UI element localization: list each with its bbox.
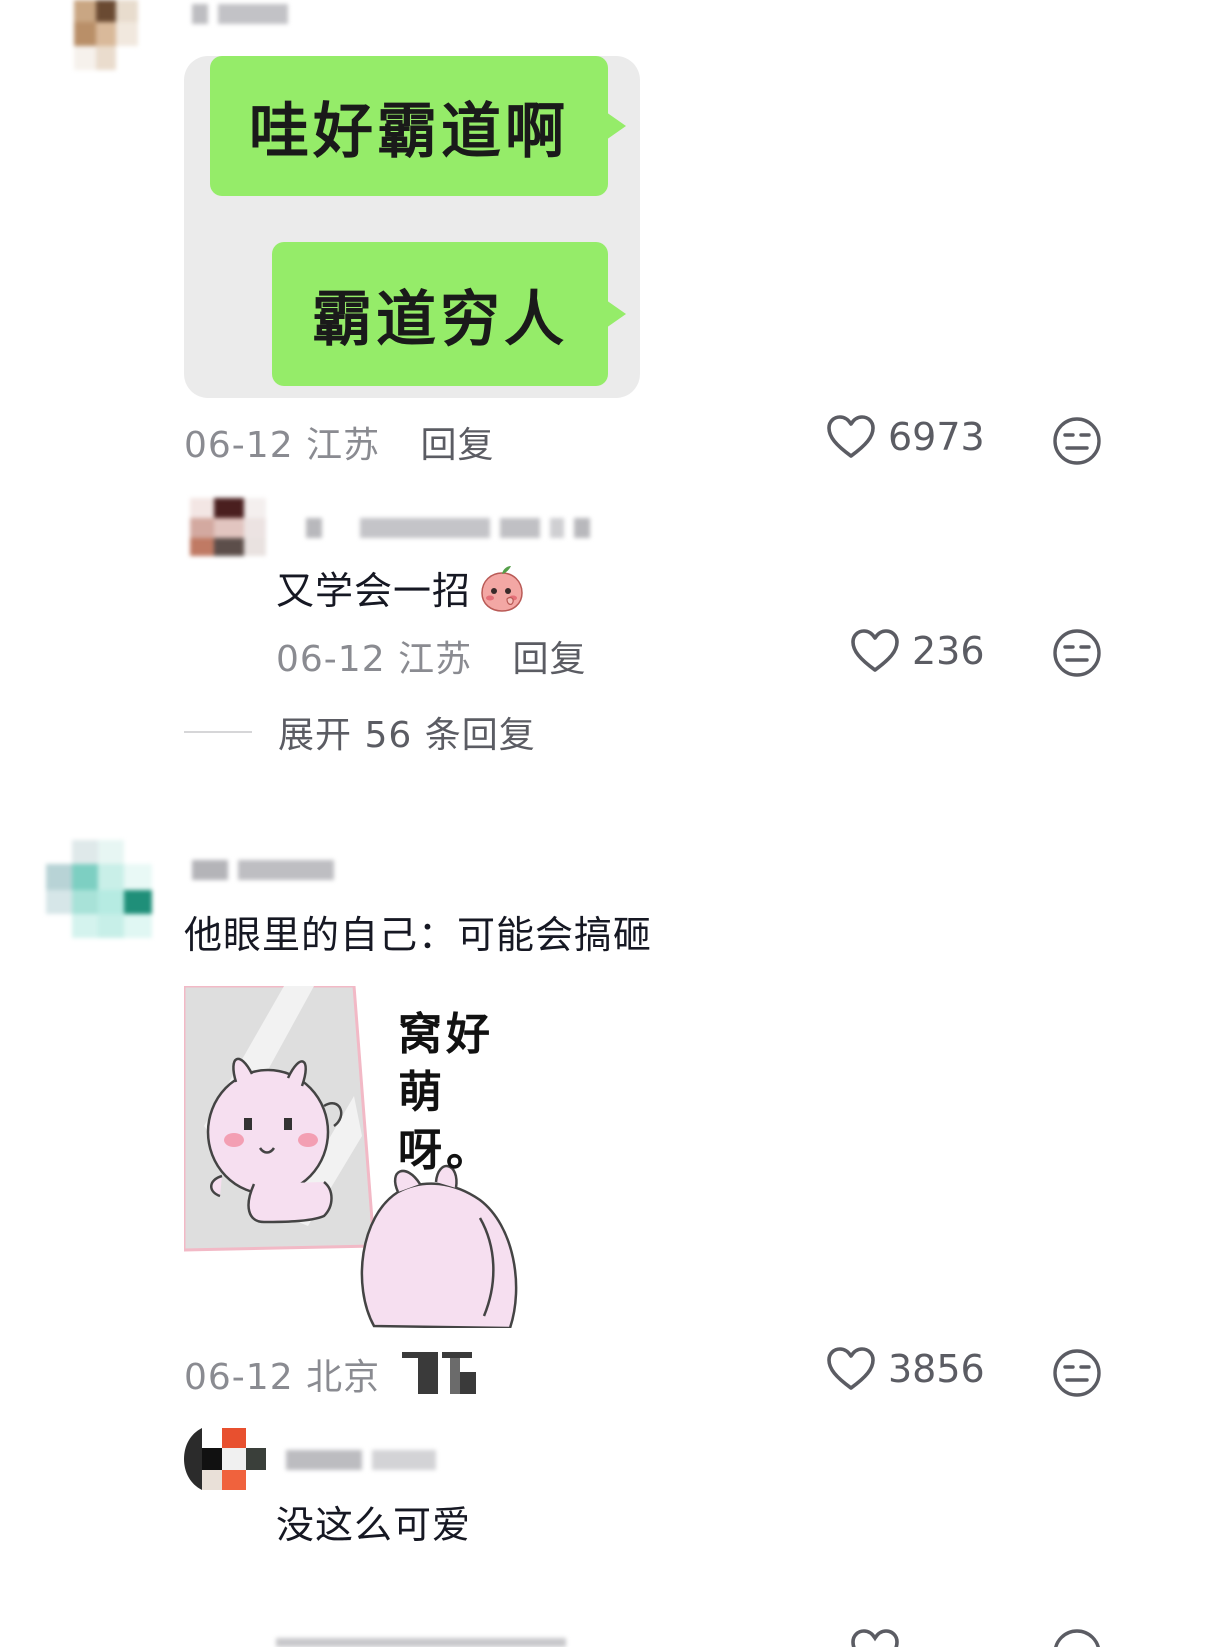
chat-bubble: 霸道穷人 [272, 242, 608, 386]
dislike-button[interactable] [1052, 628, 1102, 682]
comment-date: 06-12 [184, 425, 294, 466]
avatar[interactable] [184, 1428, 266, 1490]
reply-location: 江苏 [398, 639, 473, 680]
expand-replies-button[interactable]: 展开 56 条回复 [184, 706, 536, 758]
like-count: 3856 [888, 1347, 985, 1391]
comment-date: 06-12 [184, 1357, 294, 1398]
username-redacted[interactable] [306, 518, 590, 538]
like-count: 236 [912, 629, 985, 673]
username-redacted[interactable] [192, 4, 288, 24]
comment-location: 江苏 [306, 425, 381, 466]
comment-location: 北京 [306, 1357, 381, 1398]
meme-caption-line: 萌呀。 [398, 1067, 494, 1176]
avatar[interactable] [74, 0, 138, 70]
reply-date: 06-12 [276, 639, 386, 680]
heart-outline-icon [827, 415, 875, 458]
expand-replies-label: 展开 56 条回复 [278, 715, 536, 756]
chat-screenshot-image[interactable]: 哇好霸道啊 霸道穷人 [184, 56, 640, 398]
reply-text: 又学会一招 [276, 560, 527, 615]
dislike-button[interactable] [1052, 1348, 1102, 1402]
like-button[interactable]: 236 [850, 628, 985, 674]
username-redacted[interactable] [192, 860, 334, 880]
heart-outline-icon [827, 1347, 875, 1390]
heart-outline-icon[interactable] [850, 1628, 900, 1647]
username-redacted[interactable] [286, 1450, 436, 1470]
comment-text: 他眼里的自己：可能会搞砸 [184, 913, 653, 957]
like-button[interactable]: 6973 [826, 414, 985, 460]
comment-meta: 06-12 江苏 回复 [184, 416, 495, 468]
meh-face-icon [1053, 629, 1101, 677]
meme-image[interactable]: 窝好 萌呀。 [184, 986, 520, 1328]
reply-button-obscured [402, 1352, 476, 1394]
chat-bubble: 哇好霸道啊 [210, 56, 608, 196]
meh-face-icon [1053, 1349, 1101, 1397]
meh-face-icon[interactable] [1052, 1628, 1102, 1647]
meme-caption-line: 窝好 [398, 1009, 494, 1060]
dislike-button[interactable] [1052, 416, 1102, 470]
reply-meta-cutoff [276, 1630, 566, 1647]
reply-text: 没这么可爱 [276, 1503, 472, 1547]
reply-meta: 06-12 江苏 回复 [276, 630, 587, 682]
heart-outline-icon [851, 629, 899, 672]
reply-text-body: 又学会一招 [276, 569, 472, 613]
meme-caption: 窝好 萌呀。 [398, 1006, 520, 1180]
like-count: 6973 [888, 415, 985, 459]
avatar[interactable] [190, 498, 266, 556]
reply-button[interactable]: 回复 [513, 639, 587, 680]
meh-face-icon [1053, 417, 1101, 465]
reply-button[interactable]: 回复 [421, 425, 495, 466]
comment-meta: 06-12 北京 [184, 1348, 380, 1400]
divider [184, 731, 252, 733]
like-button[interactable]: 3856 [826, 1346, 985, 1392]
peach-emoji-icon [481, 565, 523, 612]
reply-button[interactable] [402, 1352, 476, 1394]
avatar[interactable] [46, 840, 152, 938]
